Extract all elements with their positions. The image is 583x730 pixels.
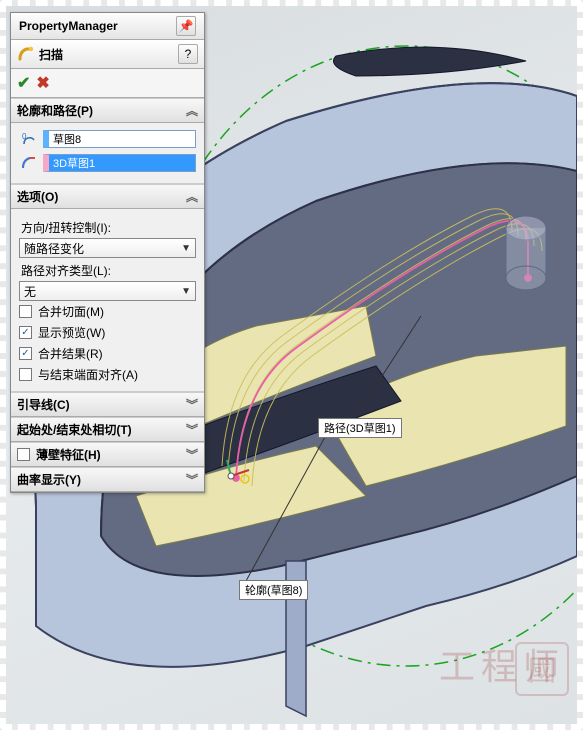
path-slot-icon — [19, 153, 39, 173]
ok-button[interactable]: ✔ — [17, 73, 30, 93]
section-thin-header[interactable]: 薄壁特征(H) ︾ — [11, 442, 204, 467]
profile-slot-icon: 0 — [19, 129, 39, 149]
section-profile-path-body: 0 草图8 3D草图1 — [11, 123, 204, 184]
path-field[interactable]: 3D草图1 — [43, 154, 196, 172]
align-dropdown-value: 无 — [24, 283, 36, 300]
pin-button[interactable]: 📌 — [176, 16, 196, 36]
property-manager-panel: PropertyManager 📌 扫描 ? ✔ ✖ 轮廓和路径(P) ︽ 0 … — [10, 12, 205, 493]
chevron-down-icon: ︾ — [186, 421, 198, 438]
checkbox-icon — [19, 368, 32, 381]
sweep-icon — [17, 45, 35, 63]
section-profile-path-header[interactable]: 轮廓和路径(P) ︽ — [11, 98, 204, 123]
panel-title-bar: PropertyManager 📌 — [11, 13, 204, 40]
merge-tangent-checkbox[interactable]: 合并切面(M) — [19, 301, 196, 322]
checkbox-icon — [19, 305, 32, 318]
checkbox-icon — [19, 347, 32, 360]
section-guide-header[interactable]: 引导线(C) ︾ — [11, 392, 204, 417]
show-preview-checkbox[interactable]: 显示预览(W) — [19, 322, 196, 343]
orient-dropdown[interactable]: 随路径变化 ▼ — [19, 238, 196, 258]
section-curvature-label: 曲率显示(Y) — [17, 471, 81, 488]
chevron-down-icon: ︾ — [186, 446, 198, 463]
orient-dropdown-value: 随路径变化 — [24, 240, 84, 257]
section-profile-path-label: 轮廓和路径(P) — [17, 102, 93, 119]
section-options-header[interactable]: 选项(O) ︽ — [11, 184, 204, 209]
feature-header: 扫描 ? — [11, 40, 204, 69]
panel-title-text: PropertyManager — [19, 19, 118, 33]
section-thin-label: 薄壁特征(H) — [36, 446, 101, 463]
show-preview-label: 显示预览(W) — [38, 324, 105, 341]
chevron-down-icon: ▼ — [181, 286, 191, 297]
section-start-end-label: 起始处/结束处相切(T) — [17, 421, 132, 438]
chevron-down-icon: ▼ — [181, 243, 191, 254]
chevron-down-icon: ︾ — [186, 396, 198, 413]
help-button[interactable]: ? — [178, 44, 198, 64]
feature-name: 扫描 — [39, 46, 63, 63]
section-options-label: 选项(O) — [17, 188, 58, 205]
merge-tangent-label: 合并切面(M) — [38, 303, 104, 320]
callout-profile: 轮廓(草图8) — [239, 580, 308, 600]
cancel-button[interactable]: ✖ — [36, 73, 49, 93]
chevron-up-icon: ︽ — [186, 188, 198, 205]
callout-path: 路径(3D草图1) — [318, 418, 402, 438]
orient-label: 方向/扭转控制(I): — [21, 219, 196, 236]
profile-field[interactable]: 草图8 — [43, 130, 196, 148]
align-label: 路径对齐类型(L): — [21, 262, 196, 279]
checkbox-icon — [19, 326, 32, 339]
section-start-end-header[interactable]: 起始处/结束处相切(T) ︾ — [11, 417, 204, 442]
merge-result-label: 合并结果(R) — [38, 345, 103, 362]
merge-result-checkbox[interactable]: 合并结果(R) — [19, 343, 196, 364]
checkbox-icon — [17, 448, 30, 461]
chevron-down-icon: ︾ — [186, 471, 198, 488]
align-end-label: 与结束端面对齐(A) — [38, 366, 138, 383]
align-dropdown[interactable]: 无 ▼ — [19, 281, 196, 301]
section-guide-label: 引导线(C) — [17, 396, 70, 413]
chevron-up-icon: ︽ — [186, 102, 198, 119]
section-curvature-header[interactable]: 曲率显示(Y) ︾ — [11, 467, 204, 492]
ok-cancel-bar: ✔ ✖ — [11, 69, 204, 98]
section-options-body: 方向/扭转控制(I): 随路径变化 ▼ 路径对齐类型(L): 无 ▼ 合并切面(… — [11, 209, 204, 392]
align-end-checkbox[interactable]: 与结束端面对齐(A) — [19, 364, 196, 385]
